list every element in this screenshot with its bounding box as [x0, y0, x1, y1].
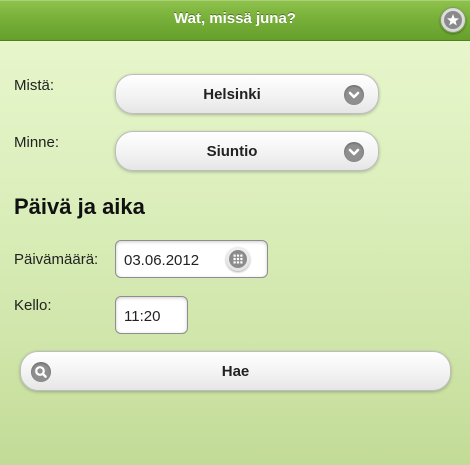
from-label: Mistä: [14, 77, 55, 94]
from-select[interactable]: Helsinki [115, 74, 379, 114]
search-button[interactable]: Hae [20, 351, 451, 391]
date-label: Päivämäärä: [14, 251, 99, 268]
favorite-button[interactable] [440, 7, 466, 33]
time-label: Kello: [14, 297, 52, 314]
time-field[interactable]: 11:20 [115, 296, 188, 334]
from-select-value: Helsinki [203, 86, 261, 103]
date-value: 03.06.2012 [124, 252, 200, 269]
time-value: 11:20 [124, 308, 161, 325]
date-picker-button[interactable] [226, 247, 250, 271]
section-title: Päivä ja aika [14, 194, 145, 219]
chevron-down-icon [344, 142, 364, 162]
to-select[interactable]: Siuntio [115, 131, 379, 171]
to-select-value: Siuntio [206, 143, 258, 160]
chevron-down-icon [344, 85, 364, 105]
grid-icon [233, 254, 243, 264]
search-button-label: Hae [221, 363, 250, 380]
star-icon [447, 14, 459, 26]
page-title: Wat, missä juna? [174, 10, 296, 27]
to-label: Minne: [14, 134, 60, 151]
header-bar: Wat, missä juna? [0, 0, 470, 41]
date-field[interactable]: 03.06.2012 [115, 240, 268, 278]
